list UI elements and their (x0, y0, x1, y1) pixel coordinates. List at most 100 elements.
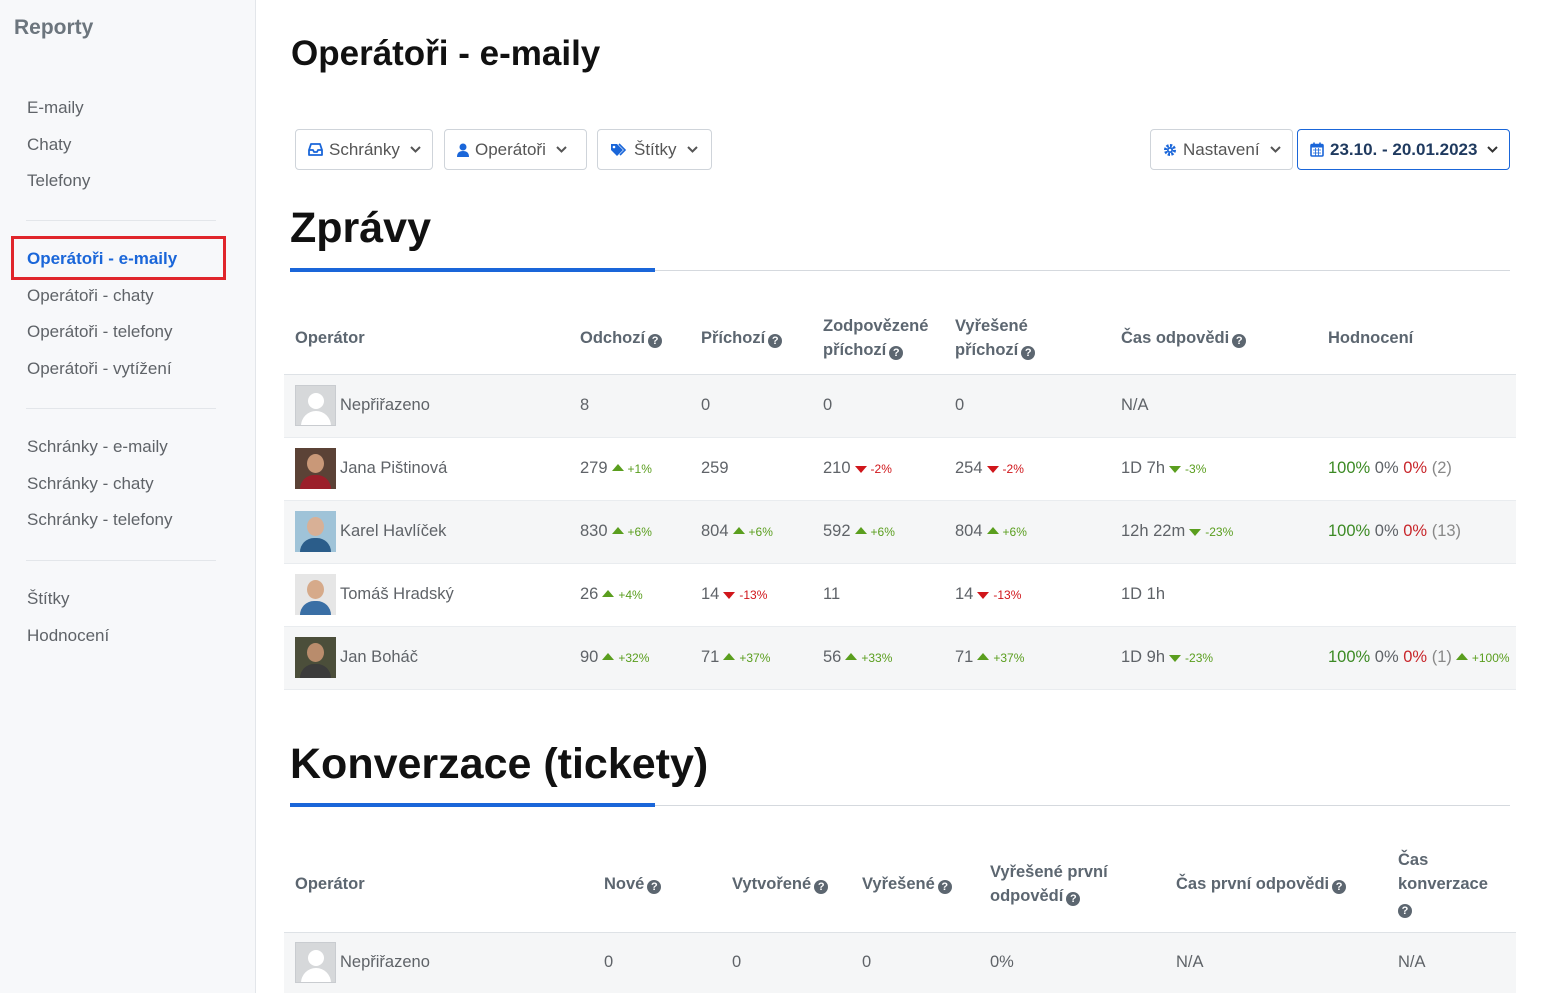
sidebar-item-operators-chats[interactable]: Operátoři - chaty (0, 278, 256, 315)
tags-filter-label: Štítky (634, 139, 677, 159)
operator-cell[interactable]: Karel Havlíček (284, 500, 569, 564)
trend-down-icon (1169, 655, 1182, 662)
nav-divider (26, 220, 216, 221)
sidebar-item-inboxes-emails[interactable]: Schránky - e-maily (0, 429, 256, 466)
trend-up-icon (1455, 653, 1468, 660)
col-header-answered-incoming[interactable]: Zodpovězené příchozí? (812, 302, 944, 375)
trend-percent: +37% (993, 651, 1025, 665)
help-icon[interactable]: ? (1066, 891, 1081, 906)
rating-cell (1317, 563, 1516, 627)
operator-cell[interactable]: Nepřiřazeno (284, 932, 593, 993)
sidebar-item-ratings[interactable]: Hodnocení (0, 618, 256, 655)
sidebar-title: Reporty (14, 16, 94, 39)
operator-cell[interactable]: Nepřiřazeno (284, 374, 569, 438)
col-header-first-response-time[interactable]: Čas první odpovědi? (1165, 836, 1387, 933)
response-time-cell: 1D 7h -3% (1110, 437, 1317, 501)
operator-cell[interactable]: Jana Pištinová (284, 437, 569, 501)
response-time-cell: N/A (1110, 374, 1317, 438)
avatar-placeholder (295, 385, 336, 426)
trend-percent: +33% (861, 651, 893, 665)
col-header-response-time[interactable]: Čas odpovědi? (1110, 302, 1317, 375)
settings-label: Nastavení (1183, 139, 1260, 159)
help-icon[interactable]: ? (814, 879, 829, 894)
trend-up-icon (602, 590, 615, 597)
date-range-picker[interactable]: 23.10. - 20.01.2023 (1297, 129, 1510, 170)
sidebar-item-operators-workload[interactable]: Operátoři - vytížení (0, 351, 256, 388)
metric-value: 804 (701, 522, 729, 540)
trend-percent: +6% (870, 525, 895, 539)
rating-count: (1) (1431, 648, 1452, 666)
help-icon[interactable]: ? (1332, 879, 1347, 894)
tags-filter-dropdown[interactable]: Štítky (597, 129, 712, 170)
operator-name: Nepřiřazeno (340, 396, 430, 414)
col-header-new[interactable]: Nové? (593, 836, 721, 933)
sidebar-item-emails[interactable]: E-maily (0, 90, 256, 127)
sidebar-item-inboxes-phones[interactable]: Schránky - telefony (0, 502, 256, 539)
metric-value: 279 (580, 459, 608, 477)
outgoing-cell: 26 +4% (569, 563, 690, 627)
col-header-outgoing[interactable]: Odchozí? (569, 302, 690, 375)
trend-up-icon (602, 653, 615, 660)
trend-percent: -23% (1205, 525, 1234, 539)
metric-value: 259 (701, 459, 729, 477)
trend-percent: +100% (1471, 651, 1510, 665)
operator-name: Jana Pištinová (340, 459, 448, 477)
rating-positive: 100% (1328, 522, 1371, 540)
metric-value: 71 (701, 648, 720, 666)
help-icon[interactable]: ? (647, 879, 662, 894)
help-icon[interactable]: ? (937, 879, 952, 894)
sidebar-item-tags[interactable]: Štítky (0, 581, 256, 618)
metric-value: 1D 1h (1121, 585, 1166, 603)
operators-filter-dropdown[interactable]: Operátoři (444, 129, 587, 170)
chevron-down-icon (410, 146, 421, 153)
table-row: Tomáš Hradský 26 +4% 14 -13% 11 14 -13% 1D 1h (284, 563, 1516, 627)
col-header-operator[interactable]: Operátor (284, 302, 569, 375)
main-content: Operátoři - e-maily Schránky Operátoři Š… (256, 0, 1541, 993)
date-range-label: 23.10. - 20.01.2023 (1330, 139, 1478, 159)
outgoing-cell: 279 +1% (569, 437, 690, 501)
conversation-time-cell: N/A (1387, 932, 1516, 993)
help-icon[interactable]: ? (889, 345, 904, 360)
metric-value: 56 (823, 648, 842, 666)
table-row: Nepřiřazeno 8 0 0 0 N/A (284, 374, 1516, 438)
col-header-first-response-resolved[interactable]: Vyřešené první odpovědí? (979, 836, 1165, 933)
col-header-created[interactable]: Vytvořené? (721, 836, 851, 933)
sidebar-item-chats[interactable]: Chaty (0, 127, 256, 164)
metric-value: N/A (1121, 396, 1149, 414)
help-icon[interactable]: ? (1232, 333, 1247, 348)
col-header-conversation-time[interactable]: Čas konverzace? (1387, 836, 1516, 933)
trend-down-icon (986, 466, 999, 473)
trend-percent: -2% (870, 462, 892, 476)
trend-percent: -13% (993, 588, 1022, 602)
metric-value: 71 (955, 648, 974, 666)
sidebar-item-operators-emails[interactable]: Operátoři - e-maily (0, 241, 256, 278)
metric-value: 14 (955, 585, 974, 603)
col-header-incoming[interactable]: Příchozí? (690, 302, 812, 375)
trend-up-icon (611, 527, 624, 534)
sidebar-item-inboxes-chats[interactable]: Schránky - chaty (0, 466, 256, 503)
sidebar-item-phones[interactable]: Telefony (0, 163, 256, 200)
col-header-resolved-incoming[interactable]: Vyřešené příchozí? (944, 302, 1110, 375)
inboxes-filter-dropdown[interactable]: Schránky (295, 129, 433, 170)
col-header-operator[interactable]: Operátor (284, 836, 593, 933)
help-icon[interactable]: ? (1398, 903, 1412, 918)
rating-positive: 100% (1328, 648, 1371, 666)
help-icon[interactable]: ? (648, 333, 663, 348)
help-icon[interactable]: ? (768, 333, 783, 348)
table-row: Jana Pištinová 279 +1% 259 210 -2% 254 -2% 1D 7h… (284, 437, 1516, 501)
metric-value: 11 (823, 585, 841, 603)
col-header-rating[interactable]: Hodnocení (1317, 302, 1516, 375)
first-resolved-cell: 0% (979, 932, 1165, 993)
settings-dropdown[interactable]: Nastavení (1150, 129, 1293, 170)
operator-cell[interactable]: Tomáš Hradský (284, 563, 569, 627)
operator-cell[interactable]: Jan Boháč (284, 626, 569, 690)
trend-up-icon (986, 527, 999, 534)
nav-group-misc: Štítky Hodnocení (0, 581, 256, 654)
chevron-down-icon (686, 146, 698, 153)
help-icon[interactable]: ? (1021, 345, 1036, 360)
rating-cell: 100% 0% 0% (2) (1317, 437, 1516, 501)
conversations-section-title: Konverzace (tickety) (290, 740, 709, 788)
trend-down-icon (977, 592, 990, 599)
col-header-resolved[interactable]: Vyřešené? (851, 836, 979, 933)
sidebar-item-operators-phones[interactable]: Operátoři - telefony (0, 314, 256, 351)
